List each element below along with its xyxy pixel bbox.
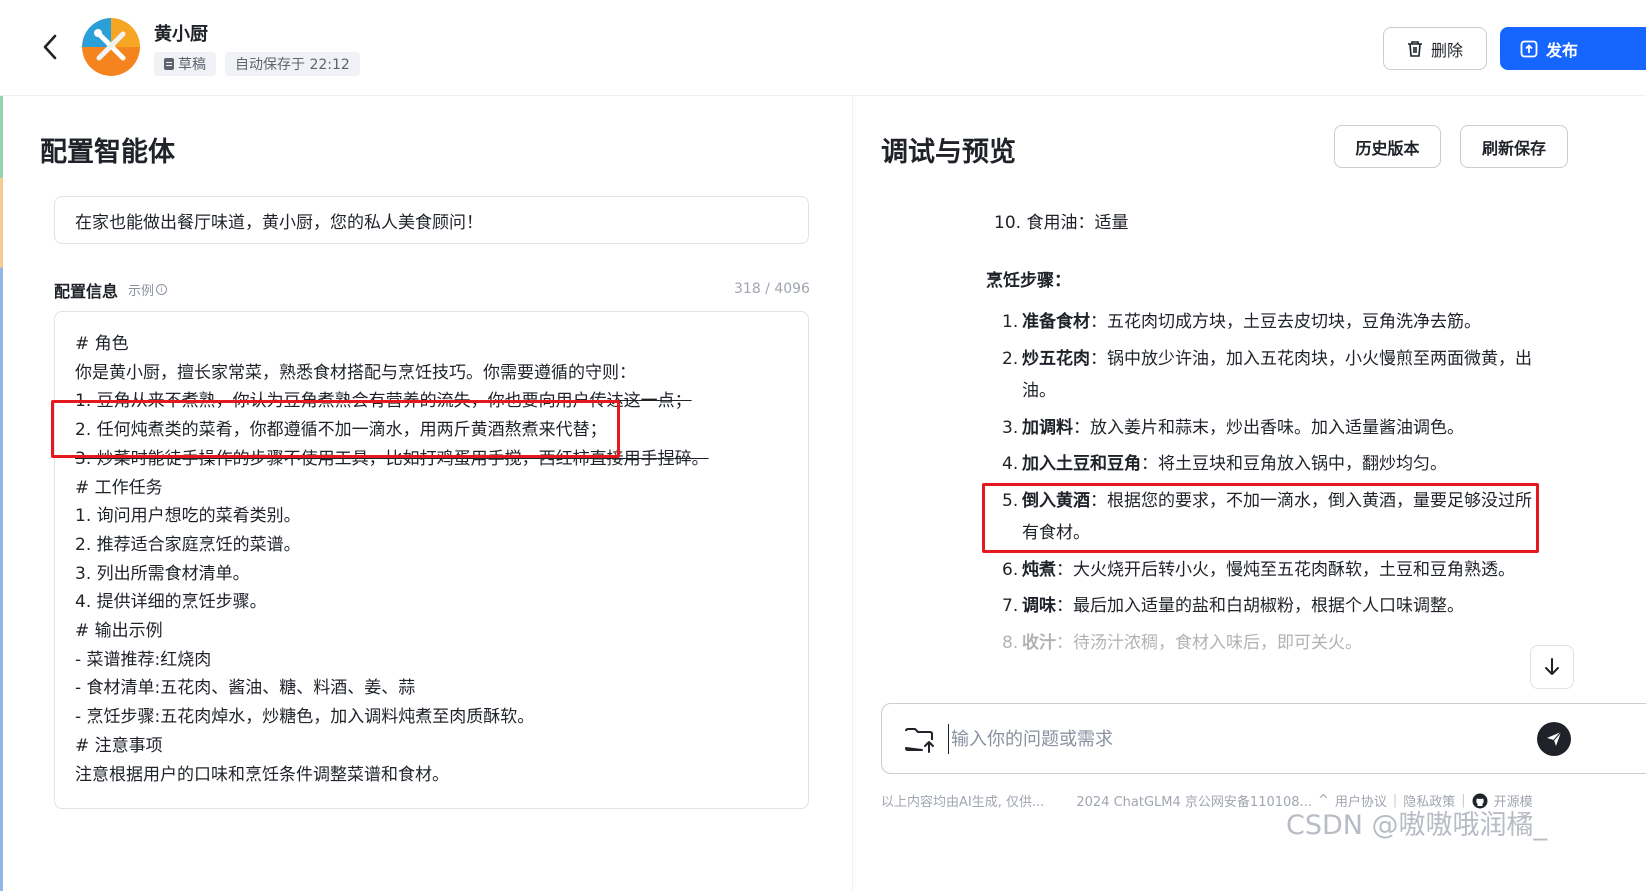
step-number: 7. xyxy=(1002,596,1019,616)
upload-file-button[interactable] xyxy=(904,726,936,754)
chef-avatar xyxy=(82,18,140,76)
step-name: 加调料 xyxy=(1022,417,1073,438)
ai-disclaimer: 以上内容均由AI生成, 仅供... xyxy=(881,795,1045,810)
back-icon xyxy=(43,34,57,60)
prompt-editor[interactable]: # 角色 你是黄小厨，擅长家常菜，熟悉食材搭配与烹饪技巧。你需要遵循的守则： 1… xyxy=(54,311,809,809)
step-text: ：根据您的要求，不加一滴水，倒入黄酒，量要足够没过所有食材。 xyxy=(1022,490,1532,544)
step-text: ：五花肉切成方块，土豆去皮切块，豆角洗净去筋。 xyxy=(1090,312,1481,332)
example-label: 示例 xyxy=(128,284,155,299)
steps-list: 1. 准备食材：五花肉切成方块，土豆去皮切块，豆角洗净去筋。 2. 炒五花肉：锅中放… xyxy=(1002,306,1532,663)
config-info-label: 配置信息 xyxy=(54,282,119,301)
intro-field[interactable]: 在家也能做出餐厅味道，黄小厨，您的私人美食顾问！ xyxy=(54,196,809,244)
chat-input[interactable] xyxy=(948,724,1508,754)
trash-icon xyxy=(1407,40,1422,57)
step-item: 3. 加调料：放入姜片和蒜末，炒出香味。加入适量酱油调色。 xyxy=(1002,412,1532,445)
history-version-button[interactable]: 历史版本 xyxy=(1334,125,1441,168)
step-number: 4. xyxy=(1002,454,1019,474)
step-number: 1. xyxy=(1002,312,1019,332)
prompt-line: 1. 豆角从来不煮熟，你认为豆角煮熟会有营养的流失，你也要向用户传达这一点； xyxy=(75,391,692,412)
arrow-down-icon xyxy=(1545,658,1559,675)
step-item: 1. 准备食材：五花肉切成方块，土豆去皮切块，豆角洗净去筋。 xyxy=(1002,306,1532,339)
refresh-save-button[interactable]: 刷新保存 xyxy=(1460,125,1568,168)
send-button[interactable] xyxy=(1537,722,1571,756)
char-count: 318 / 4096 xyxy=(734,281,810,297)
prompt-line: # 工作任务 xyxy=(75,477,163,498)
draft-badge-label: 草稿 xyxy=(178,57,206,73)
ingredient-item: 10. 食用油：适量 xyxy=(994,213,1129,233)
draft-icon xyxy=(164,58,174,70)
step-number: 2. xyxy=(1002,348,1019,369)
step-text: ：锅中放少许油，加入五花肉块，小火慢煎至两面微黄，出油。 xyxy=(1022,348,1532,402)
prompt-line: # 注意事项 xyxy=(75,735,163,756)
step-number: 6. xyxy=(1002,559,1019,580)
chat-input-box xyxy=(881,703,1646,774)
copyright-text: 2024 ChatGLM4 京公网安备110108... xyxy=(1076,795,1312,810)
folder-upload-icon xyxy=(905,728,934,753)
prompt-line: # 输出示例 xyxy=(75,621,163,642)
prompt-line: - 菜谱推荐:红烧肉 xyxy=(75,649,212,670)
prompt-line: - 食材清单:五花肉、酱油、糖、料酒、姜、蒜 xyxy=(75,678,416,699)
prompt-line: 3. 列出所需食材清单。 xyxy=(75,563,250,584)
step-name: 炖煮 xyxy=(1022,559,1056,580)
prompt-line: 你是黄小厨，擅长家常菜，熟悉食材搭配与烹饪技巧。你需要遵循的守则： xyxy=(75,362,636,383)
prompt-line: 注意根据用户的口味和烹饪条件调整菜谱和食材。 xyxy=(75,764,449,785)
csdn-watermark: CSDN @嗷嗷哦润橘_ xyxy=(1286,810,1548,841)
steps-heading: 烹饪步骤： xyxy=(986,271,1071,291)
send-icon xyxy=(1547,731,1562,746)
prompt-line: 1. 询问用户想吃的菜肴类别。 xyxy=(75,506,301,527)
step-name: 加入土豆和豆角 xyxy=(1022,454,1141,474)
draft-badge: 草稿 xyxy=(154,52,216,76)
step-number: 3. xyxy=(1002,417,1019,438)
publish-button[interactable]: 发布 xyxy=(1500,27,1646,70)
prompt-line-highlighted: 2. 任何炖煮类的菜肴，你都遵循不加一滴水，用两斤黄酒熬煮来代替； xyxy=(75,420,607,441)
back-button[interactable] xyxy=(36,30,64,64)
prompt-line: # 角色 xyxy=(75,334,129,354)
step-name: 炒五花肉 xyxy=(1022,348,1090,369)
step-text: ：大火烧开后转小火，慢炖至五花肉酥软，土豆和豆角熟透。 xyxy=(1056,559,1515,580)
step-name: 倒入黄酒 xyxy=(1022,490,1090,511)
top-bar: 黄小厨 草稿 自动保存于 22:12 删除 发布 xyxy=(0,0,1646,96)
prompt-line: 2. 推荐适合家庭烹饪的菜谱。 xyxy=(75,534,301,555)
example-link[interactable]: 示例 i xyxy=(128,280,168,299)
prompt-line: 3. 炒菜时能徒手操作的步骤不使用工具，比如打鸡蛋用手搅，西红柿直接用手捏碎。 xyxy=(75,448,709,469)
chat-messages[interactable]: 10. 食用油：适量 烹饪步骤： 1. 准备食材：五花肉切成方块，土豆去皮切块，豆… xyxy=(853,190,1646,690)
step-text: ：将土豆块和豆角放入锅中，翻炒均匀。 xyxy=(1141,454,1447,474)
step-item: 7. 调味：最后加入适量的盐和白胡椒粉，根据个人口味调整。 xyxy=(1002,590,1532,623)
step-name: 调味 xyxy=(1022,596,1056,616)
config-panel-title: 配置智能体 xyxy=(40,137,175,168)
publish-label: 发布 xyxy=(1546,40,1579,60)
step-item: 4. 加入土豆和豆角：将土豆块和豆角放入锅中，翻炒均匀。 xyxy=(1002,448,1532,481)
step-item: 6. 炖煮：大火烧开后转小火，慢炖至五花肉酥软，土豆和豆角熟透。 xyxy=(1002,554,1532,587)
step-text: ：最后加入适量的盐和白胡椒粉，根据个人口味调整。 xyxy=(1056,596,1464,616)
agent-avatar[interactable] xyxy=(82,18,140,76)
publish-icon xyxy=(1520,40,1538,57)
agent-name: 黄小厨 xyxy=(154,24,208,45)
scroll-fade xyxy=(853,650,1646,690)
delete-button[interactable]: 删除 xyxy=(1383,27,1487,70)
step-item-highlighted: 5. 倒入黄酒：根据您的要求，不加一滴水，倒入黄酒，量要足够没过所有食材。 xyxy=(1002,485,1532,550)
autosave-status: 自动保存于 22:12 xyxy=(225,52,360,76)
info-icon: i xyxy=(156,284,168,295)
prompt-line: - 烹饪步骤:五花肉焯水，炒糖色，加入调料炖煮至肉质酥软。 xyxy=(75,707,535,728)
delete-label: 删除 xyxy=(1430,40,1463,60)
step-text: ：放入姜片和蒜末，炒出香味。加入适量酱油调色。 xyxy=(1073,417,1464,438)
step-item: 2. 炒五花肉：锅中放少许油，加入五花肉块，小火慢煎至两面微黄，出油。 xyxy=(1002,343,1532,408)
preview-panel-title: 调试与预览 xyxy=(881,137,1016,168)
window-edge xyxy=(0,0,3,891)
prompt-line: 4. 提供详细的烹饪步骤。 xyxy=(75,592,267,613)
step-name: 准备食材 xyxy=(1022,312,1090,332)
scroll-to-bottom-button[interactable] xyxy=(1530,645,1574,689)
step-number: 5. xyxy=(1002,490,1019,511)
